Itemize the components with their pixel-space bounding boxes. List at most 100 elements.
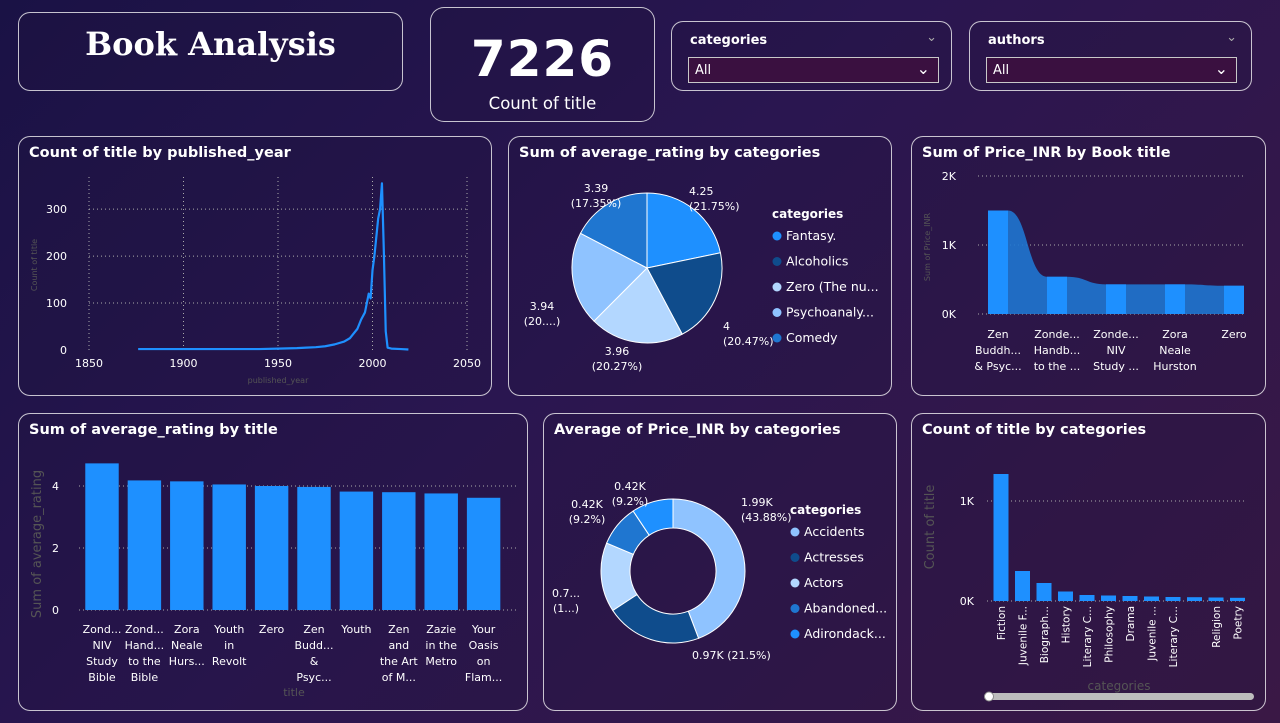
x-tick-label: Zazie bbox=[426, 623, 456, 636]
legend-item: Actresses bbox=[804, 550, 864, 565]
data-label: (21.75%) bbox=[689, 200, 740, 213]
bar bbox=[1165, 597, 1181, 601]
x-tick-label: 1950 bbox=[264, 357, 292, 370]
x-tick-label: Zora bbox=[1162, 328, 1188, 341]
x-tick-label: Zond... bbox=[83, 623, 122, 636]
bar bbox=[1224, 285, 1244, 314]
legend-marker bbox=[790, 629, 800, 639]
y-axis-label: Sum of average_rating bbox=[30, 470, 45, 618]
scrollbar-handle[interactable] bbox=[984, 691, 994, 702]
x-tick-label: Your bbox=[471, 623, 496, 636]
x-tick-label: Drama bbox=[1125, 606, 1137, 642]
data-label: (20....) bbox=[524, 315, 561, 328]
y-tick-label: 2 bbox=[52, 542, 59, 555]
x-tick-label: Juvenile F... bbox=[1018, 606, 1030, 666]
bar bbox=[254, 486, 289, 610]
legend-marker bbox=[790, 527, 800, 537]
categories-dropdown[interactable]: All ⌄ bbox=[688, 57, 939, 83]
y-axis-label: Count of title bbox=[30, 239, 39, 291]
x-tick-label: Zonde... bbox=[1093, 328, 1138, 341]
year-line-chart-card: Count of title by published_year 1850 190… bbox=[18, 136, 492, 396]
x-tick-label: Literary C... bbox=[1168, 606, 1180, 667]
x-tick-label: Hurston bbox=[1153, 360, 1197, 373]
count-bar-chart-card: Count of title by categories 0K 1K Count o… bbox=[911, 413, 1266, 711]
bar bbox=[127, 480, 162, 610]
chevron-down-icon: ⌄ bbox=[916, 59, 930, 78]
categories-slicer: categories ⌄ All ⌄ bbox=[671, 21, 952, 91]
x-tick-label: of M... bbox=[382, 671, 416, 684]
x-tick-label: Study ... bbox=[1093, 360, 1139, 373]
x-tick-label: Religion bbox=[1211, 606, 1223, 648]
bar bbox=[1047, 276, 1067, 314]
x-tick-label: NIV bbox=[93, 639, 112, 652]
x-tick-label: Neale bbox=[1159, 344, 1191, 357]
x-tick-label: Juvenile ... bbox=[1147, 606, 1159, 662]
x-tick-label: Zero bbox=[1221, 328, 1247, 341]
legend-item: Psychoanaly... bbox=[786, 305, 874, 320]
y-tick-label: 0 bbox=[60, 344, 67, 357]
bar bbox=[1122, 596, 1138, 601]
chevron-down-icon: ⌄ bbox=[1214, 59, 1228, 78]
x-tick-label: and bbox=[388, 639, 409, 652]
rating-bar-chart: 0 2 4 Sum of average_ratingtitle Zond... NIV S… bbox=[30, 463, 517, 699]
x-tick-label: Budd... bbox=[295, 639, 334, 652]
y-axis-label: Sum of Price_INR bbox=[923, 212, 932, 281]
data-label: 0.42K bbox=[614, 480, 646, 493]
x-tick-label: Zora bbox=[174, 623, 200, 636]
horizontal-scrollbar[interactable] bbox=[984, 693, 1254, 700]
x-tick-label: Hurs... bbox=[169, 655, 205, 668]
bar bbox=[1230, 597, 1245, 601]
chevron-down-icon[interactable]: ⌄ bbox=[1226, 30, 1237, 45]
y-tick-label: 1K bbox=[960, 495, 975, 508]
bar bbox=[1208, 597, 1224, 601]
data-label: 3.39 bbox=[584, 182, 609, 195]
legend-title: categories bbox=[790, 503, 861, 517]
y-tick-label: 1K bbox=[942, 239, 957, 252]
x-tick-label: Psyc... bbox=[296, 671, 331, 684]
x-tick-label: Poetry bbox=[1233, 606, 1245, 640]
y-tick-label: 4 bbox=[52, 480, 59, 493]
x-tick-label: Buddh... bbox=[975, 344, 1021, 357]
x-tick-label: Handb... bbox=[1034, 344, 1080, 357]
legend-marker bbox=[790, 604, 800, 613]
legend-item: Alcoholics bbox=[786, 254, 848, 269]
x-axis-label: published_year bbox=[248, 376, 309, 385]
x-tick-label: Youth bbox=[213, 623, 244, 636]
kpi-label: Count of title bbox=[488, 94, 597, 113]
data-label: 4.25 bbox=[689, 185, 714, 198]
bar bbox=[297, 486, 331, 610]
bar bbox=[1144, 596, 1159, 601]
x-tick-label: Zonde... bbox=[1034, 328, 1079, 341]
data-label: 0.42K bbox=[571, 498, 603, 511]
year-line-chart: 1850 1900 1950 2000 2050 0 100 200 300 Count of t… bbox=[30, 177, 481, 385]
bar bbox=[1079, 595, 1095, 601]
rating-pie-chart: 4.25 (21.75%) 4 (20.47%) 3.96 (20.27%) 3.94 (20… bbox=[524, 182, 879, 373]
bar bbox=[382, 492, 416, 610]
x-tick-label: Zen bbox=[987, 328, 1008, 341]
x-tick-label: Revolt bbox=[212, 655, 247, 668]
rating-bar-chart-card: Sum of average_rating by title 0 2 4 Sum of… bbox=[18, 413, 528, 711]
x-tick-label: & bbox=[310, 655, 319, 668]
authors-dropdown[interactable]: All ⌄ bbox=[986, 57, 1237, 83]
chevron-down-icon[interactable]: ⌄ bbox=[926, 30, 937, 45]
x-tick-label: Hand... bbox=[125, 639, 164, 652]
x-tick-label: Flam... bbox=[465, 671, 502, 684]
x-tick-label: Fiction bbox=[996, 606, 1008, 640]
series-line bbox=[138, 182, 409, 351]
x-tick-label: the Art bbox=[380, 655, 419, 668]
bar bbox=[466, 497, 501, 610]
slicer-label: authors bbox=[988, 33, 1045, 48]
data-label: 0.7... bbox=[552, 587, 580, 600]
x-tick-label: to the ... bbox=[1034, 360, 1081, 373]
bar bbox=[424, 493, 458, 610]
x-tick-label: in bbox=[224, 639, 234, 652]
bar bbox=[1165, 284, 1185, 314]
legend-item: Adirondack... bbox=[804, 626, 886, 641]
price-area-chart: 0K 1K 2K Sum of Price_INR Zen Buddh... & Psyc.… bbox=[923, 170, 1247, 373]
x-tick-label: Youth bbox=[340, 623, 371, 636]
x-tick-label: 2050 bbox=[453, 357, 481, 370]
x-tick-label: Bible bbox=[88, 671, 116, 684]
legend-title: categories bbox=[772, 207, 843, 221]
data-label: (9.2%) bbox=[612, 495, 649, 508]
dropdown-value: All bbox=[695, 63, 712, 78]
